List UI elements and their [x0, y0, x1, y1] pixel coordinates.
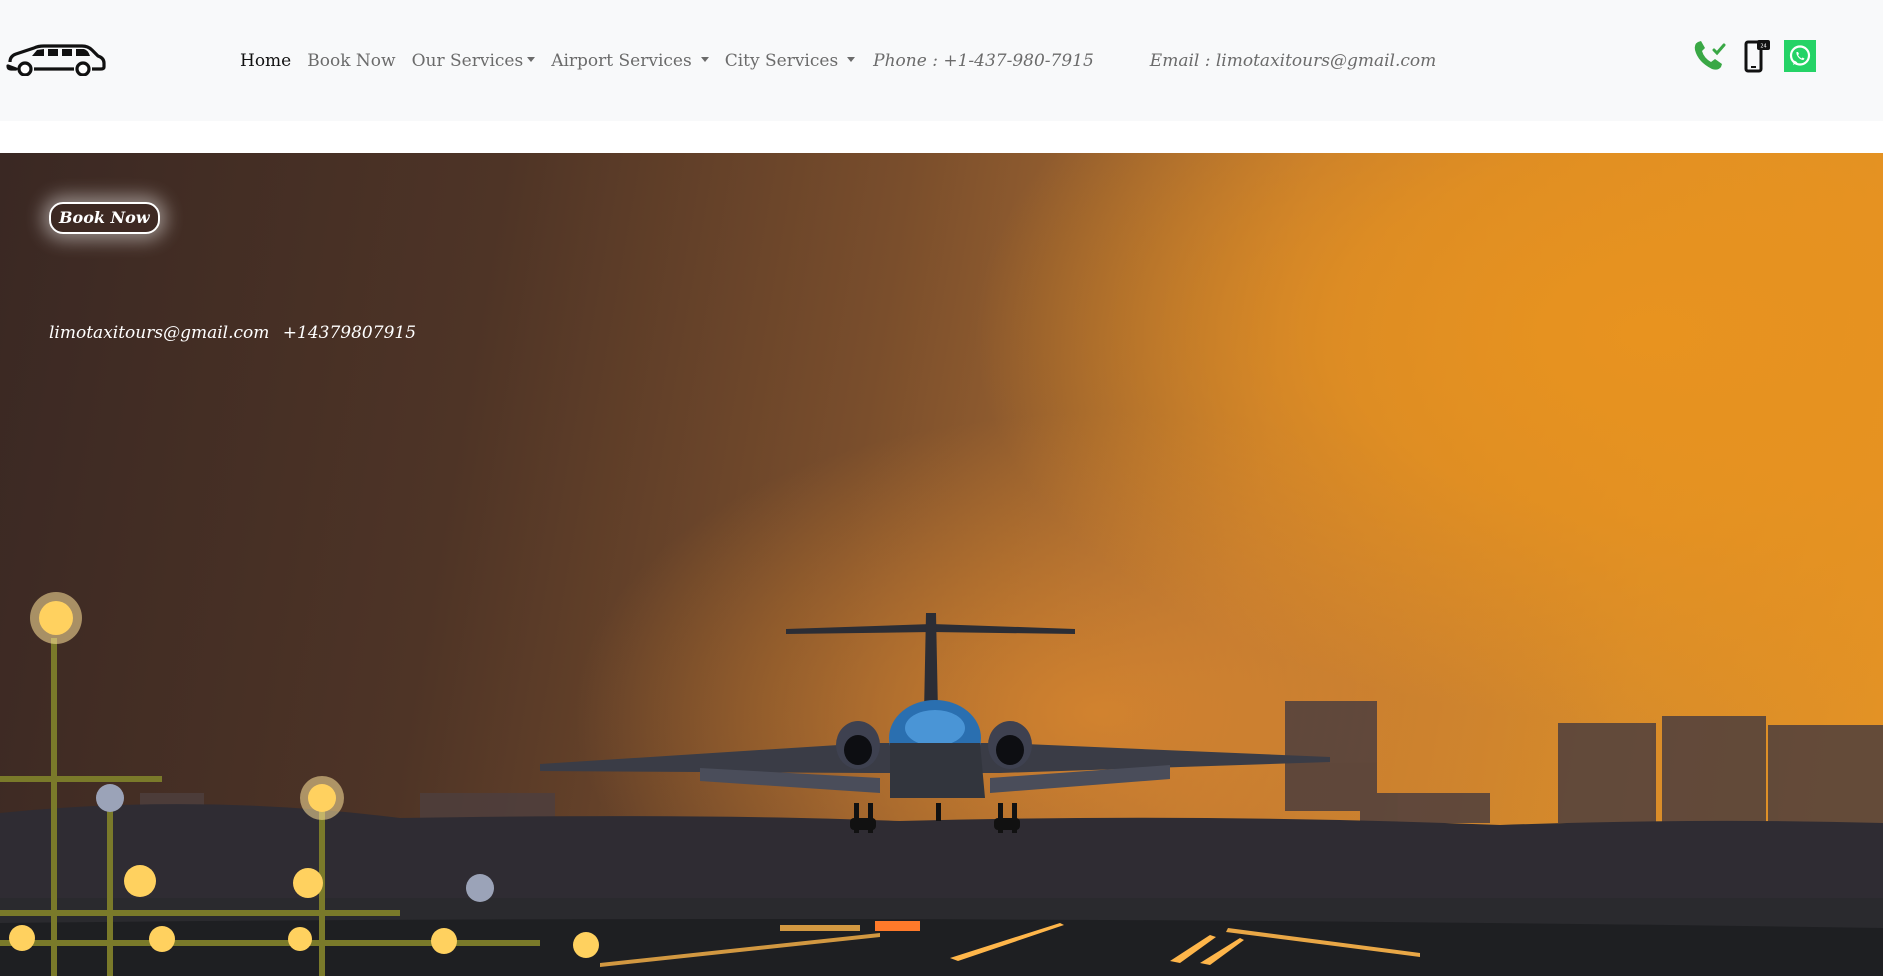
nav-email[interactable]: Email : limotaxitours@gmail.com: [1150, 51, 1436, 71]
mobile-phone-icon[interactable]: 24: [1742, 38, 1772, 74]
whatsapp-icon[interactable]: [1784, 40, 1816, 72]
limousine-icon[interactable]: [4, 40, 106, 76]
nav-city-services-label: City Services: [724, 50, 839, 71]
chevron-down-icon: [847, 56, 856, 62]
airplane-icon: [540, 613, 1330, 833]
nav-our-services-label: Our Services: [411, 50, 524, 71]
hero-email[interactable]: limotaxitours@gmail.com: [49, 323, 269, 343]
nav-airport-services-label: Airport Services: [551, 50, 692, 71]
chevron-down-icon: [700, 56, 709, 62]
nav-our-services[interactable]: Our Services: [412, 51, 536, 71]
hero-phone[interactable]: +14379807915: [283, 323, 416, 343]
nav-city-services[interactable]: City Services: [724, 50, 856, 71]
navbar: Home Book Now Our Services Airport Servi…: [0, 0, 1883, 121]
nav-phone[interactable]: Phone : +1-437-980-7915: [873, 51, 1094, 71]
nav-menu: Home Book Now Our Services Airport Servi…: [240, 0, 1436, 121]
phone-call-icon[interactable]: [1690, 38, 1726, 74]
nav-book-now[interactable]: Book Now: [307, 51, 395, 71]
chevron-down-icon: [527, 56, 536, 62]
book-now-button[interactable]: Book Now: [49, 202, 160, 234]
hero-contact-info: limotaxitours@gmail.com +14379807915: [49, 323, 416, 343]
hero-banner: Book Now limotaxitours@gmail.com +143798…: [0, 153, 1883, 976]
svg-text:24: 24: [1760, 44, 1766, 50]
hero-airplane-image: [0, 592, 1883, 976]
nav-airport-services[interactable]: Airport Services: [551, 51, 709, 71]
nav-home[interactable]: Home: [240, 51, 291, 71]
